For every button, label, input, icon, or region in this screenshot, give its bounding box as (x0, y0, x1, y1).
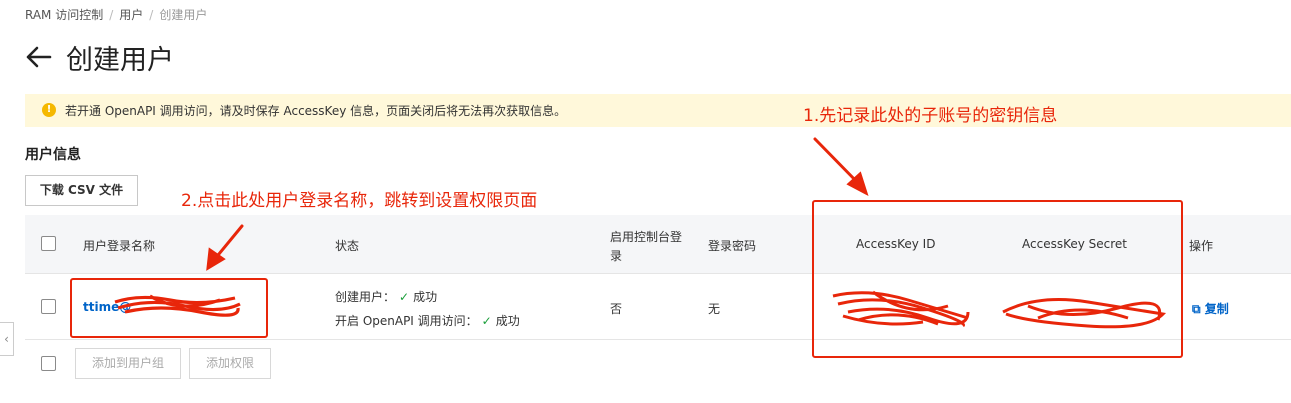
highlight-box-accesskey (812, 200, 1183, 358)
highlight-box-login-name (70, 278, 268, 338)
